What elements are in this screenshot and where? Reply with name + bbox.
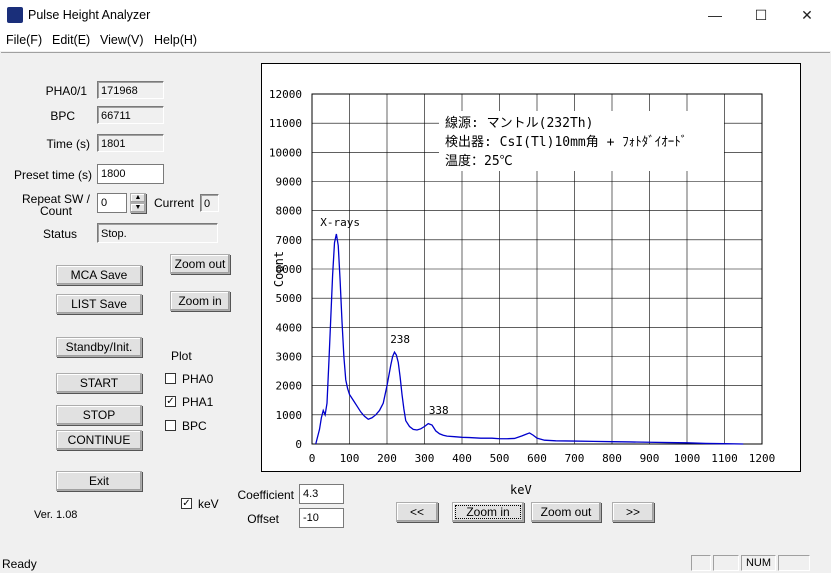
x-tick-label: 500 [490, 452, 510, 465]
standby-init-button[interactable]: Standby/Init. [56, 337, 142, 357]
time-label: Time (s) [46, 137, 90, 151]
zoom-in-x-button[interactable]: Zoom in [452, 502, 524, 522]
y-tick-label: 5000 [276, 292, 303, 305]
y-tick-label: 9000 [276, 176, 303, 189]
y-tick-label: 2000 [276, 380, 303, 393]
menu-edit[interactable]: Edit(E) [52, 33, 90, 47]
x-tick-label: 1200 [749, 452, 776, 465]
pha0-checkbox[interactable] [165, 373, 176, 384]
y-tick-label: 4000 [276, 321, 303, 334]
x-tick-label: 700 [565, 452, 585, 465]
bpc-value: 66711 [97, 106, 164, 124]
zoom-in-y-button[interactable]: Zoom in [170, 291, 230, 311]
bpc-plot-label: BPC [182, 419, 207, 433]
maximize-button[interactable]: ☐ [738, 0, 784, 31]
x-tick-label: 0 [309, 452, 316, 465]
peak-label: 238 [390, 333, 410, 346]
menu-file[interactable]: File(F) [6, 33, 42, 47]
y-tick-label: 0 [295, 438, 302, 451]
pha01-label: PHA0/1 [45, 84, 87, 98]
preset-time-input[interactable]: 1800 [97, 164, 164, 184]
annotation-line: 温度：25℃ [445, 153, 513, 169]
pha1-label: PHA1 [182, 395, 214, 409]
stop-button[interactable]: STOP [56, 405, 142, 425]
status-value: Stop. [97, 223, 218, 243]
menu-help[interactable]: Help(H) [154, 33, 197, 47]
spin-up-icon[interactable]: ▲ [130, 193, 146, 203]
x-tick-label: 400 [452, 452, 472, 465]
exit-button[interactable]: Exit [56, 471, 142, 491]
status-pane-2 [713, 555, 739, 571]
pha1-checkbox[interactable]: ✓ [165, 396, 176, 407]
scroll-right-button[interactable]: >> [612, 502, 654, 522]
y-tick-label: 8000 [276, 205, 303, 218]
y-tick-label: 11000 [269, 117, 302, 130]
zoom-out-x-button[interactable]: Zoom out [531, 502, 601, 522]
y-tick-label: 3000 [276, 351, 303, 364]
bpc-checkbox[interactable] [165, 420, 176, 431]
x-tick-label: 1100 [711, 452, 738, 465]
y-tick-label: 12000 [269, 88, 302, 101]
x-tick-label: 1000 [674, 452, 701, 465]
num-indicator: NUM [741, 555, 776, 571]
list-save-button[interactable]: LIST Save [56, 294, 142, 314]
scroll-left-button[interactable]: << [396, 502, 438, 522]
version-label: Ver. 1.08 [34, 509, 78, 521]
coefficient-label: Coefficient [237, 488, 294, 502]
bpc-label: BPC [50, 109, 75, 123]
start-button[interactable]: START [56, 373, 142, 393]
annotation-line: 検出器: CsI(Tl)10mm角 + ﾌｫﾄﾀﾞｲｵｰﾄﾞ [445, 135, 687, 150]
kev-checkbox-label: keV [198, 497, 219, 511]
peak-label: 338 [429, 404, 449, 417]
window-title: Pulse Height Analyzer [28, 8, 151, 22]
x-tick-label: 200 [377, 452, 397, 465]
status-pane-1 [691, 555, 711, 571]
offset-input[interactable]: -10 [299, 508, 344, 528]
y-axis-label: Count [272, 251, 286, 287]
status-pane-4 [778, 555, 810, 571]
x-tick-label: 100 [340, 452, 360, 465]
peak-label: X-rays [320, 216, 360, 229]
time-value: 1801 [97, 134, 164, 152]
pha0-label: PHA0 [182, 372, 214, 386]
continue-button[interactable]: CONTINUE [56, 430, 142, 450]
x-tick-label: 900 [640, 452, 660, 465]
y-tick-label: 10000 [269, 146, 302, 159]
menu-view[interactable]: View(V) [100, 33, 144, 47]
app-icon [7, 7, 23, 23]
zoom-out-y-button[interactable]: Zoom out [170, 254, 230, 274]
current-label: Current [154, 196, 195, 210]
y-tick-label: 1000 [276, 409, 303, 422]
preset-time-label: Preset time (s) [13, 168, 92, 182]
x-axis-label: keV [510, 483, 532, 497]
current-value: 0 [200, 194, 219, 212]
close-button[interactable]: ✕ [784, 0, 830, 31]
plot-options-heading: Plot [171, 349, 192, 363]
spin-down-icon[interactable]: ▼ [130, 203, 146, 213]
pha01-value: 171968 [97, 81, 164, 99]
minimize-button[interactable]: — [692, 0, 738, 31]
x-tick-label: 600 [527, 452, 547, 465]
status-text: Ready [2, 557, 37, 571]
repeat-label: Repeat SW / Count [21, 192, 91, 218]
status-label: Status [42, 227, 77, 241]
y-tick-label: 7000 [276, 234, 303, 247]
coefficient-input[interactable]: 4.3 [299, 484, 344, 504]
kev-checkbox[interactable]: ✓ [181, 498, 192, 509]
mca-save-button[interactable]: MCA Save [56, 265, 142, 285]
x-tick-label: 300 [415, 452, 435, 465]
annotation-line: 線源: マントル(232Th) [445, 115, 593, 131]
repeat-count-input[interactable]: 0 [97, 193, 127, 213]
x-tick-label: 800 [602, 452, 622, 465]
offset-label: Offset [247, 512, 279, 526]
spectrum-chart: 0 100 200 300 400 500 600 700 800 900 1000 1100 1200… [269, 88, 776, 465]
